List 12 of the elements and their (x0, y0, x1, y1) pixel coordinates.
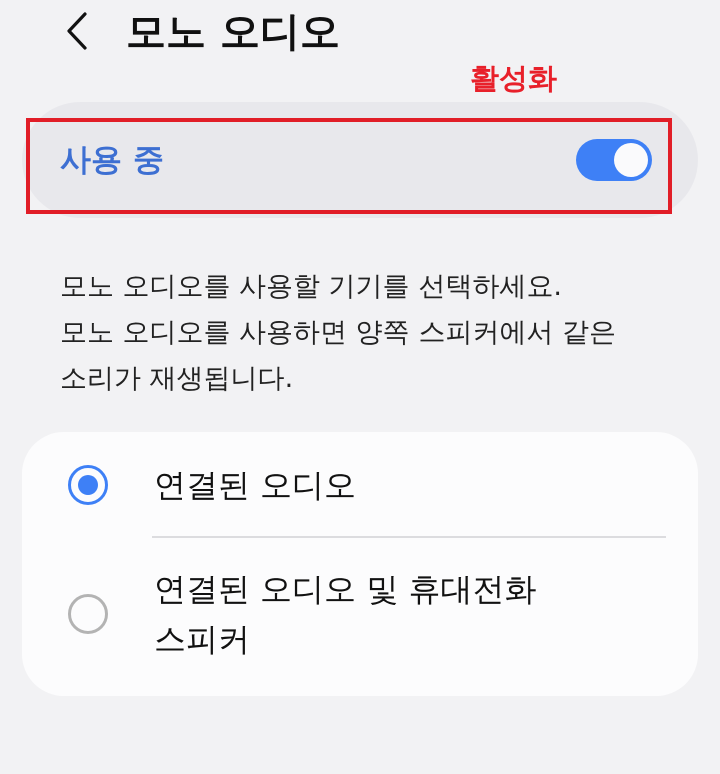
back-icon (65, 12, 89, 50)
description-text: 모노 오디오를 사용할 기기를 선택하세요. (60, 270, 563, 304)
page-title: 모노 오디오 (126, 8, 340, 56)
radio-button[interactable] (68, 465, 108, 505)
description-text: 모노 오디오를 사용하면 양쪽 스피커에서 같은 소리가 재생됩니다. (60, 316, 617, 396)
option-label[interactable]: 연결된 오디오 (154, 460, 594, 510)
toggle-switch[interactable] (576, 139, 652, 181)
radio-button[interactable] (68, 594, 108, 634)
master-switch-card[interactable]: 사용 중 (22, 102, 698, 218)
option-label[interactable]: 연결된 오디오 및 휴대전화 스피커 (154, 564, 594, 664)
annotation-label: 활성화 (470, 60, 557, 97)
switch-label: 사용 중 (60, 141, 164, 180)
